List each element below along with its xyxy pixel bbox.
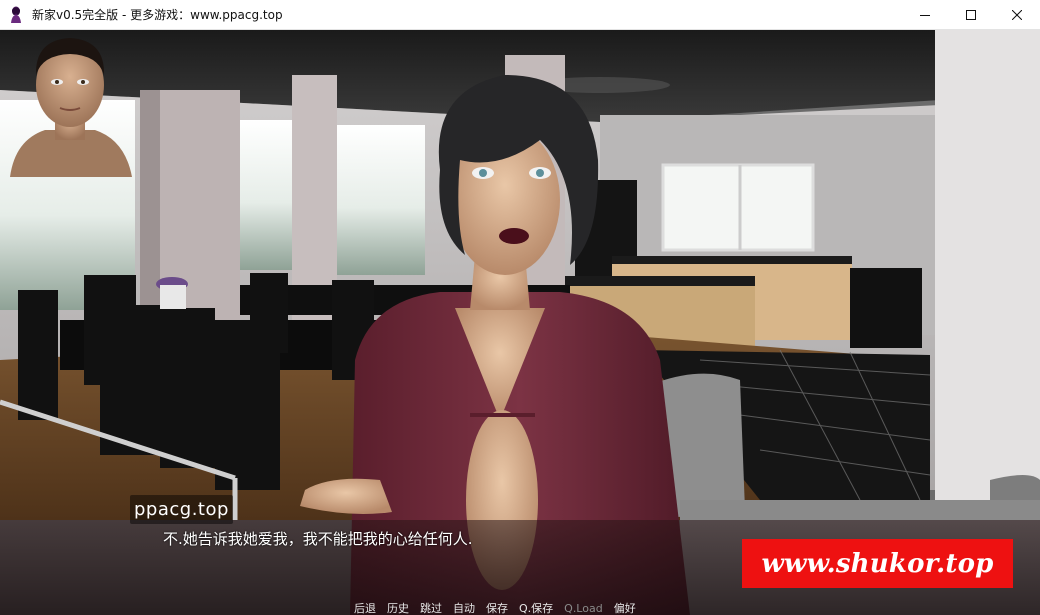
quick-menu-back[interactable]: 后退 [354, 602, 376, 615]
quick-menu-skip[interactable]: 跳过 [420, 602, 442, 615]
dialogue-text: 不.她告诉我她爱我，我不能把我的心给任何人. [163, 530, 473, 548]
quick-menu-auto[interactable]: 自动 [453, 602, 475, 615]
app-icon [7, 6, 25, 24]
game-scene[interactable]: ppacg.top 不.她告诉我她爱我，我不能把我的心给任何人. www.shu… [0, 30, 1040, 615]
watermark-banner: www.shukor.top [742, 539, 1013, 588]
close-button[interactable] [994, 0, 1040, 29]
minimize-icon [920, 14, 930, 16]
game-window: 新家v0.5完全版 - 更多游戏：www.ppacg.top ppacg.top… [0, 0, 1040, 615]
close-icon [1012, 9, 1022, 20]
maximize-button[interactable] [948, 0, 994, 29]
quick-menu-quick-save[interactable]: Q.保存 [519, 602, 553, 615]
window-controls [902, 0, 1040, 29]
quick-menu-quick-load[interactable]: Q.Load [564, 602, 603, 615]
quick-menu-history[interactable]: 历史 [387, 602, 409, 615]
quick-menu-preferences[interactable]: 偏好 [614, 602, 636, 615]
title-bar[interactable]: 新家v0.5完全版 - 更多游戏：www.ppacg.top [0, 0, 1040, 30]
maximize-icon [966, 9, 976, 20]
watermark-text: www.shukor.top [761, 548, 994, 579]
quick-menu-save[interactable]: 保存 [486, 602, 508, 615]
speaker-name: ppacg.top [134, 499, 229, 520]
window-title: 新家v0.5完全版 - 更多游戏：www.ppacg.top [32, 8, 283, 22]
quick-menu: 后退 历史 跳过 自动 保存 Q.保存 Q.Load 偏好 [354, 602, 647, 615]
minimize-button[interactable] [902, 0, 948, 29]
speaker-namebox: ppacg.top [130, 495, 233, 524]
side-character-portrait [10, 38, 132, 177]
